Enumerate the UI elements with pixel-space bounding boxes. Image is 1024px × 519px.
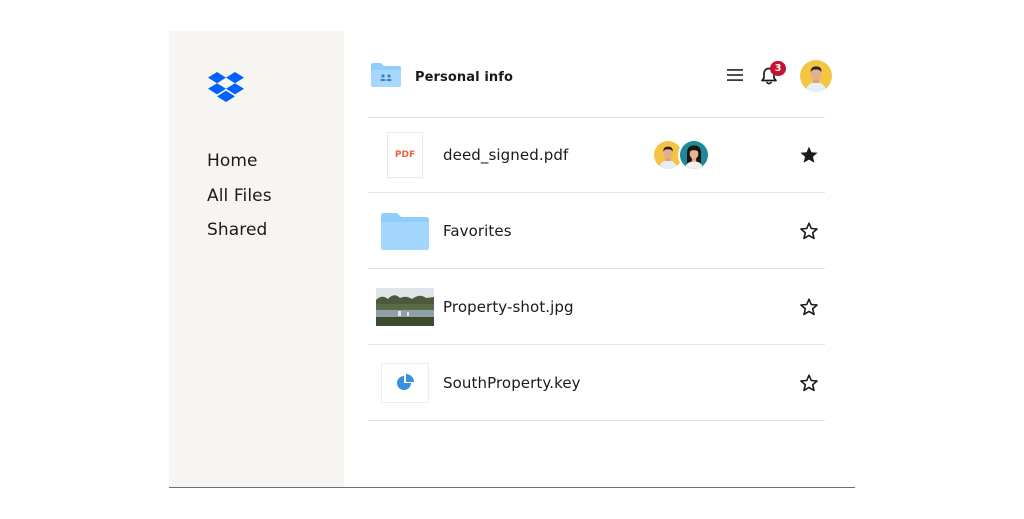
avatar[interactable] [800,60,832,92]
file-row-deed-signed[interactable]: PDF deed_signed.pdf [368,117,825,193]
user-avatar-icon [800,60,832,92]
pie-chart-icon [397,373,414,390]
shared-members[interactable] [652,139,712,171]
sidebar-item-home[interactable]: Home [207,144,272,179]
file-row-south-property[interactable]: SouthProperty.key [368,345,825,421]
user-avatar-icon [680,141,708,169]
sidebar-item-all-files[interactable]: All Files [207,179,272,214]
photo-icon [376,287,434,326]
divider [169,487,855,488]
pdf-file-icon: PDF [388,133,422,177]
star-filled-icon[interactable] [798,144,820,166]
file-name: SouthProperty.key [443,373,581,392]
folder-shared-icon [371,63,401,87]
folder-icon [381,212,429,250]
file-name: deed_signed.pdf [443,146,569,164]
keynote-file-icon [382,363,428,402]
avatar [678,139,710,171]
sidebar: Home All Files Shared [169,31,344,487]
file-list: PDF deed_signed.pdf Favorites Property-s… [368,117,825,421]
image-thumbnail [376,285,434,329]
menu-icon[interactable] [727,68,743,82]
folder-header: Personal info 3 [344,31,855,117]
file-name: Favorites [443,221,512,240]
notifications-button[interactable]: 3 [759,61,789,87]
pdf-thumbnail: PDF [376,133,434,177]
main-panel: Personal info 3 PDF deed_signed.pdf Favo… [344,31,855,487]
file-name: Property-shot.jpg [443,297,574,316]
notification-badge: 3 [770,61,786,76]
star-outline-icon[interactable] [798,296,820,318]
sidebar-item-shared[interactable]: Shared [207,213,272,248]
star-outline-icon[interactable] [798,372,820,394]
file-row-property-shot[interactable]: Property-shot.jpg [368,269,825,345]
sidebar-nav: Home All Files Shared [207,144,272,248]
keynote-thumbnail [376,361,434,405]
dropbox-logo-icon[interactable] [208,72,244,104]
folder-thumbnail [376,209,434,253]
star-outline-icon[interactable] [798,220,820,242]
file-row-favorites[interactable]: Favorites [368,193,825,269]
page-title: Personal info [415,70,514,85]
pdf-label: PDF [394,150,416,160]
